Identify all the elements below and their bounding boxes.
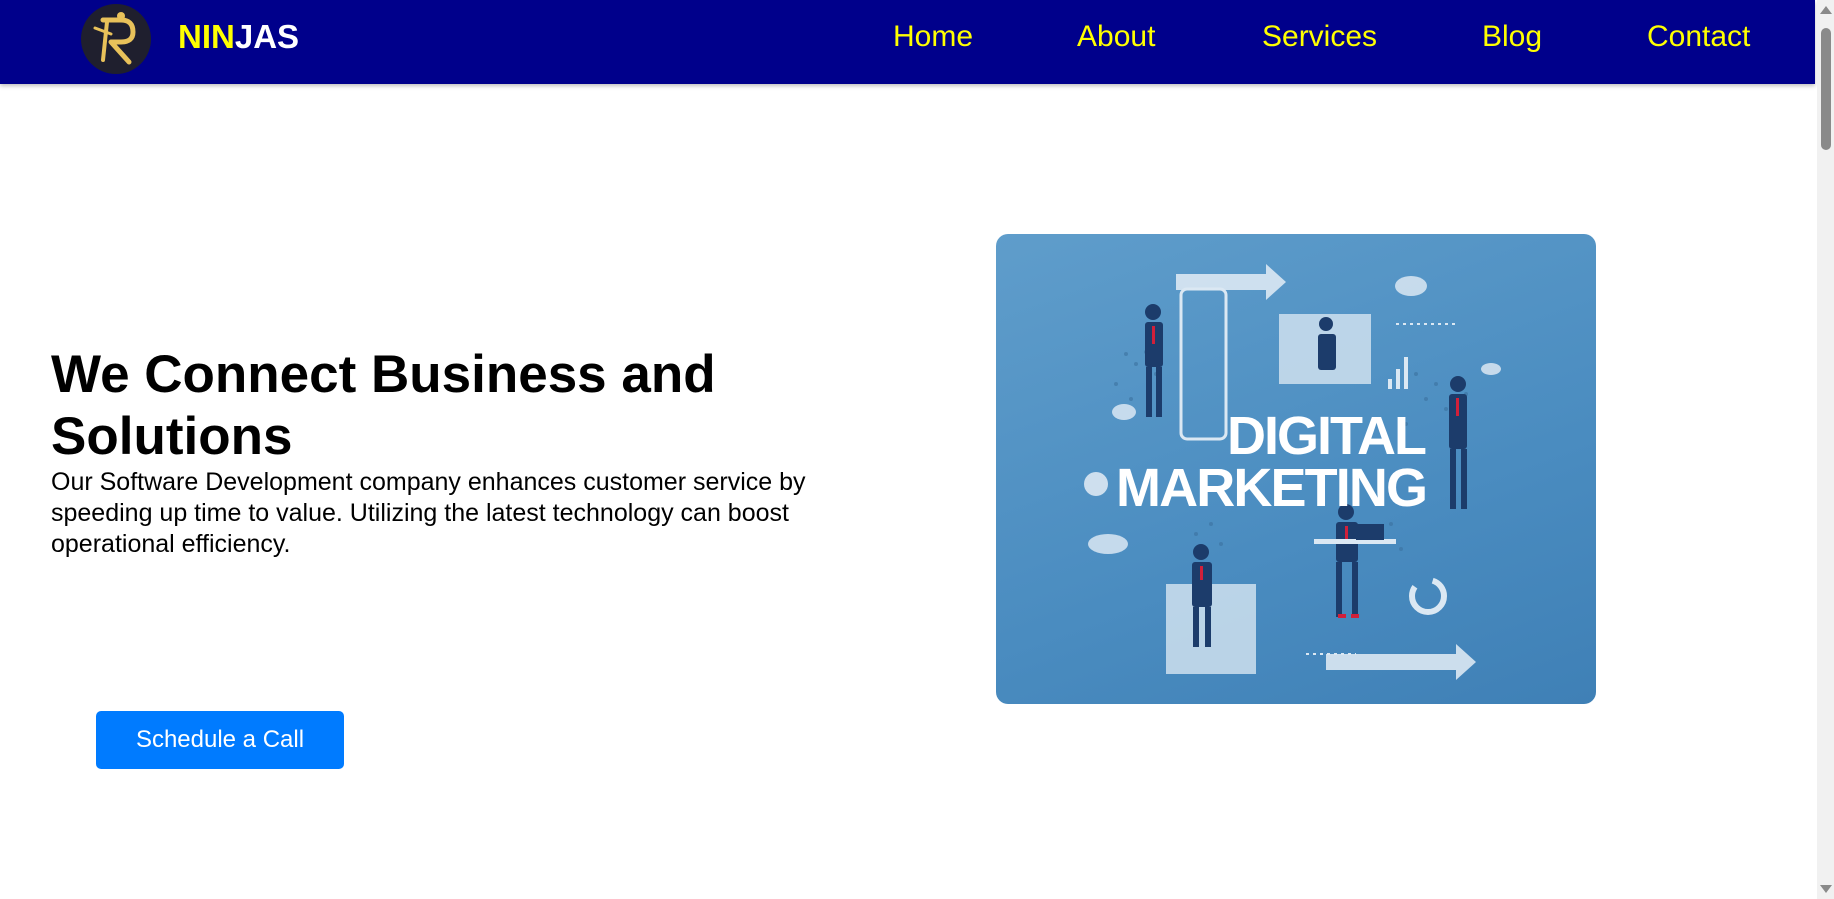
schedule-call-button[interactable]: Schedule a Call bbox=[96, 711, 344, 769]
illustration-graphic: DIGITAL MARKETING bbox=[1084, 264, 1501, 680]
image-text-line1: DIGITAL bbox=[1227, 406, 1427, 466]
nav-about[interactable]: About bbox=[1077, 20, 1155, 54]
digital-marketing-illustration: DIGITAL MARKETING bbox=[996, 234, 1596, 704]
nav-blog[interactable]: Blog bbox=[1482, 20, 1542, 54]
nav-home[interactable]: Home bbox=[893, 20, 973, 54]
ninja-r-logo-icon bbox=[93, 12, 136, 65]
scroll-down-icon[interactable] bbox=[1820, 885, 1832, 893]
hero-title: We Connect Business and Solutions bbox=[51, 345, 716, 466]
nav-services[interactable]: Services bbox=[1262, 20, 1377, 54]
navbar: NINJAS Home About Services Blog Contact bbox=[0, 0, 1815, 84]
brand-name[interactable]: NINJAS bbox=[178, 18, 299, 56]
nav-contact[interactable]: Contact bbox=[1647, 20, 1750, 54]
image-text-line2: MARKETING bbox=[1116, 458, 1428, 518]
brand-name-part2: JAS bbox=[234, 18, 300, 55]
hero-description: Our Software Development company enhance… bbox=[51, 468, 806, 558]
logo-icon[interactable] bbox=[81, 4, 151, 74]
brand-name-part1: NIN bbox=[178, 18, 235, 55]
scroll-up-icon[interactable] bbox=[1820, 6, 1832, 14]
page-scrollbar[interactable] bbox=[1817, 0, 1834, 899]
scroll-thumb[interactable] bbox=[1821, 28, 1831, 150]
